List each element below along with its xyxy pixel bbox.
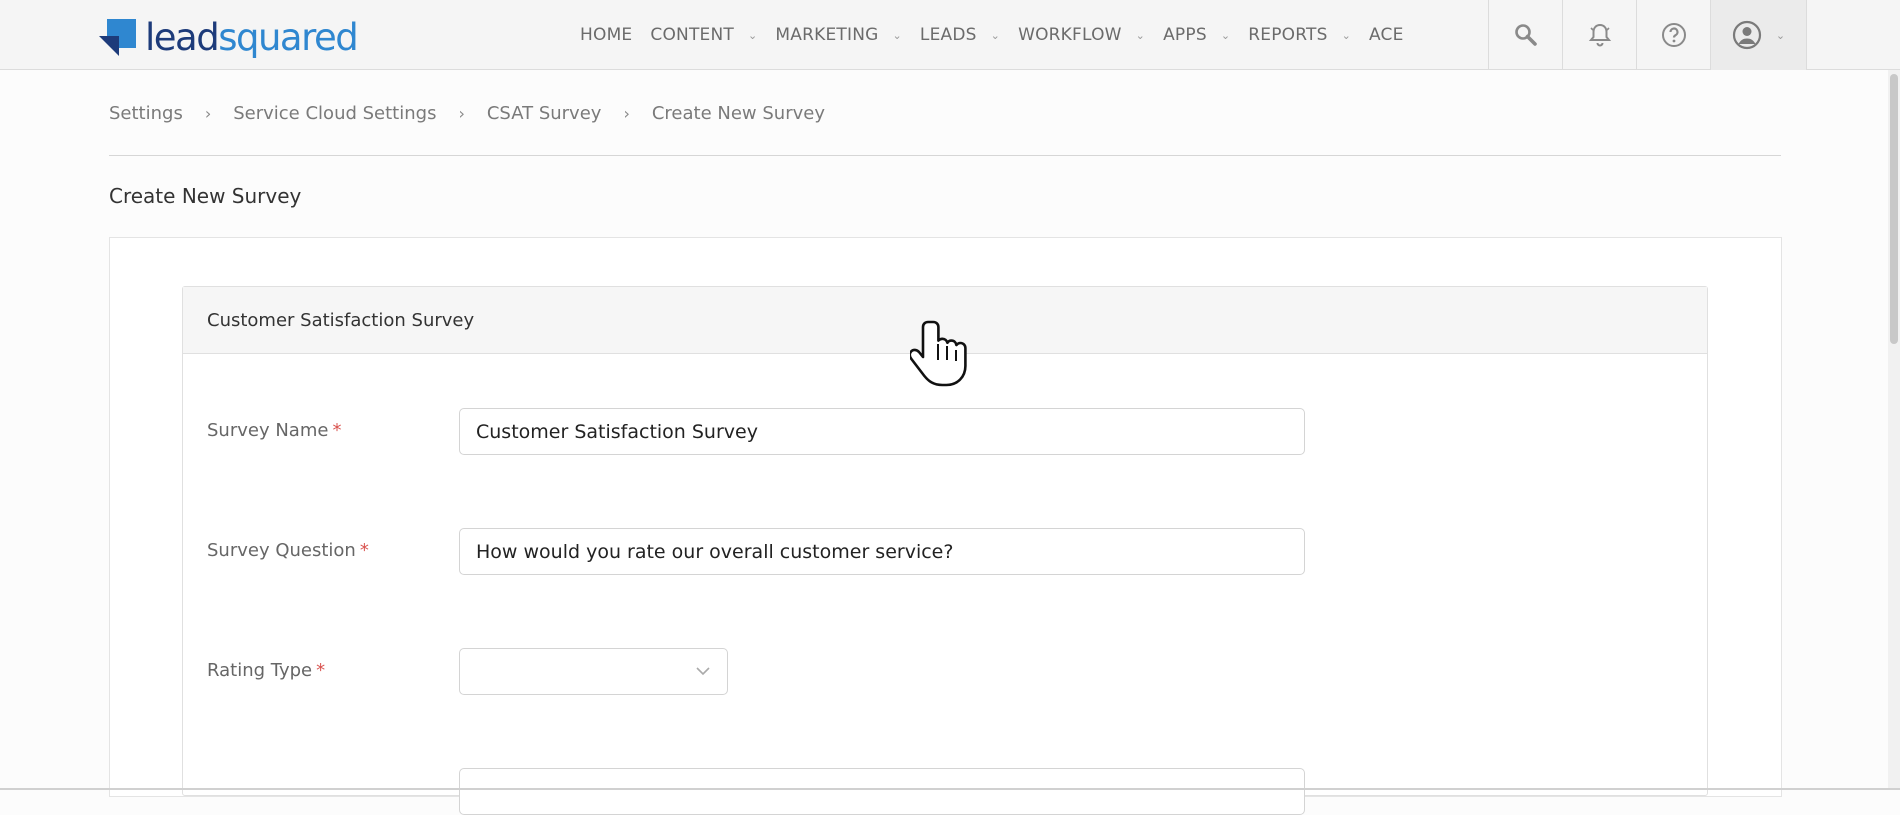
- user-menu-button[interactable]: ⌄: [1710, 0, 1807, 70]
- breadcrumb-settings[interactable]: Settings: [109, 103, 183, 124]
- next-field-label: [207, 768, 459, 780]
- leadsquared-logo-icon: [99, 19, 136, 56]
- chevron-right-icon: ›: [623, 104, 629, 123]
- breadcrumb-service-cloud-settings[interactable]: Service Cloud Settings: [233, 103, 436, 124]
- hand-cursor-icon: [910, 318, 972, 396]
- nav-marketing[interactable]: MARKETING⌄: [775, 25, 902, 45]
- bell-icon: [1587, 22, 1613, 48]
- breadcrumb-csat-survey[interactable]: CSAT Survey: [487, 103, 602, 124]
- nav-workflow[interactable]: WORKFLOW⌄: [1018, 25, 1145, 45]
- chevron-down-icon: ⌄: [1776, 29, 1785, 42]
- required-mark: *: [360, 540, 369, 561]
- rating-type-select[interactable]: [459, 648, 728, 695]
- chevron-down-icon: ⌄: [893, 29, 902, 42]
- chevron-down-icon: ⌄: [1342, 29, 1351, 42]
- nav-reports[interactable]: REPORTS⌄: [1248, 25, 1351, 45]
- chevron-down-icon: ⌄: [991, 29, 1000, 42]
- required-mark: *: [316, 660, 325, 681]
- page-scrollbar[interactable]: [1888, 70, 1900, 790]
- next-field-input[interactable]: [459, 768, 1305, 815]
- chevron-down-icon: ⌄: [1136, 29, 1145, 42]
- nav-content[interactable]: CONTENT⌄: [650, 25, 757, 45]
- chevron-right-icon: ›: [458, 104, 464, 123]
- nav-home[interactable]: HOME: [580, 25, 632, 45]
- search-button[interactable]: [1488, 0, 1562, 70]
- scrollbar-thumb[interactable]: [1890, 74, 1898, 344]
- nav-utility-icons: ⌄: [1488, 0, 1807, 70]
- required-mark: *: [332, 420, 341, 441]
- leadsquared-logo[interactable]: leadsquared: [99, 17, 357, 57]
- chevron-down-icon: ⌄: [748, 29, 757, 42]
- top-navbar: leadsquared HOME CONTENT⌄ MARKETING⌄ LEA…: [0, 0, 1900, 70]
- breadcrumb-current: Create New Survey: [652, 103, 825, 124]
- logo-wordmark: leadsquared: [145, 19, 357, 56]
- user-icon: [1732, 20, 1762, 50]
- main-nav: HOME CONTENT⌄ MARKETING⌄ LEADS⌄ WORKFLOW…: [580, 0, 1422, 70]
- chevron-right-icon: ›: [205, 104, 211, 123]
- rating-type-row: Rating Type*: [207, 648, 728, 695]
- survey-name-row: Survey Name*: [207, 408, 1305, 455]
- survey-name-label: Survey Name*: [207, 408, 459, 441]
- survey-question-row: Survey Question*: [207, 528, 1305, 575]
- nav-ace[interactable]: ACE: [1369, 25, 1404, 45]
- breadcrumb-divider: [109, 155, 1781, 156]
- nav-apps[interactable]: APPS⌄: [1163, 25, 1230, 45]
- help-icon: [1661, 22, 1687, 48]
- survey-name-input[interactable]: [459, 408, 1305, 455]
- nav-leads[interactable]: LEADS⌄: [920, 25, 1000, 45]
- help-button[interactable]: [1636, 0, 1710, 70]
- chevron-down-icon: ⌄: [1221, 29, 1230, 42]
- rating-type-label: Rating Type*: [207, 648, 459, 681]
- survey-question-input[interactable]: [459, 528, 1305, 575]
- page-title: Create New Survey: [109, 184, 301, 208]
- survey-question-label: Survey Question*: [207, 528, 459, 561]
- chevron-down-icon: [695, 663, 711, 679]
- next-field-row: [207, 768, 1305, 815]
- search-icon: [1514, 23, 1538, 47]
- breadcrumb: Settings › Service Cloud Settings › CSAT…: [109, 100, 825, 126]
- notifications-button[interactable]: [1562, 0, 1636, 70]
